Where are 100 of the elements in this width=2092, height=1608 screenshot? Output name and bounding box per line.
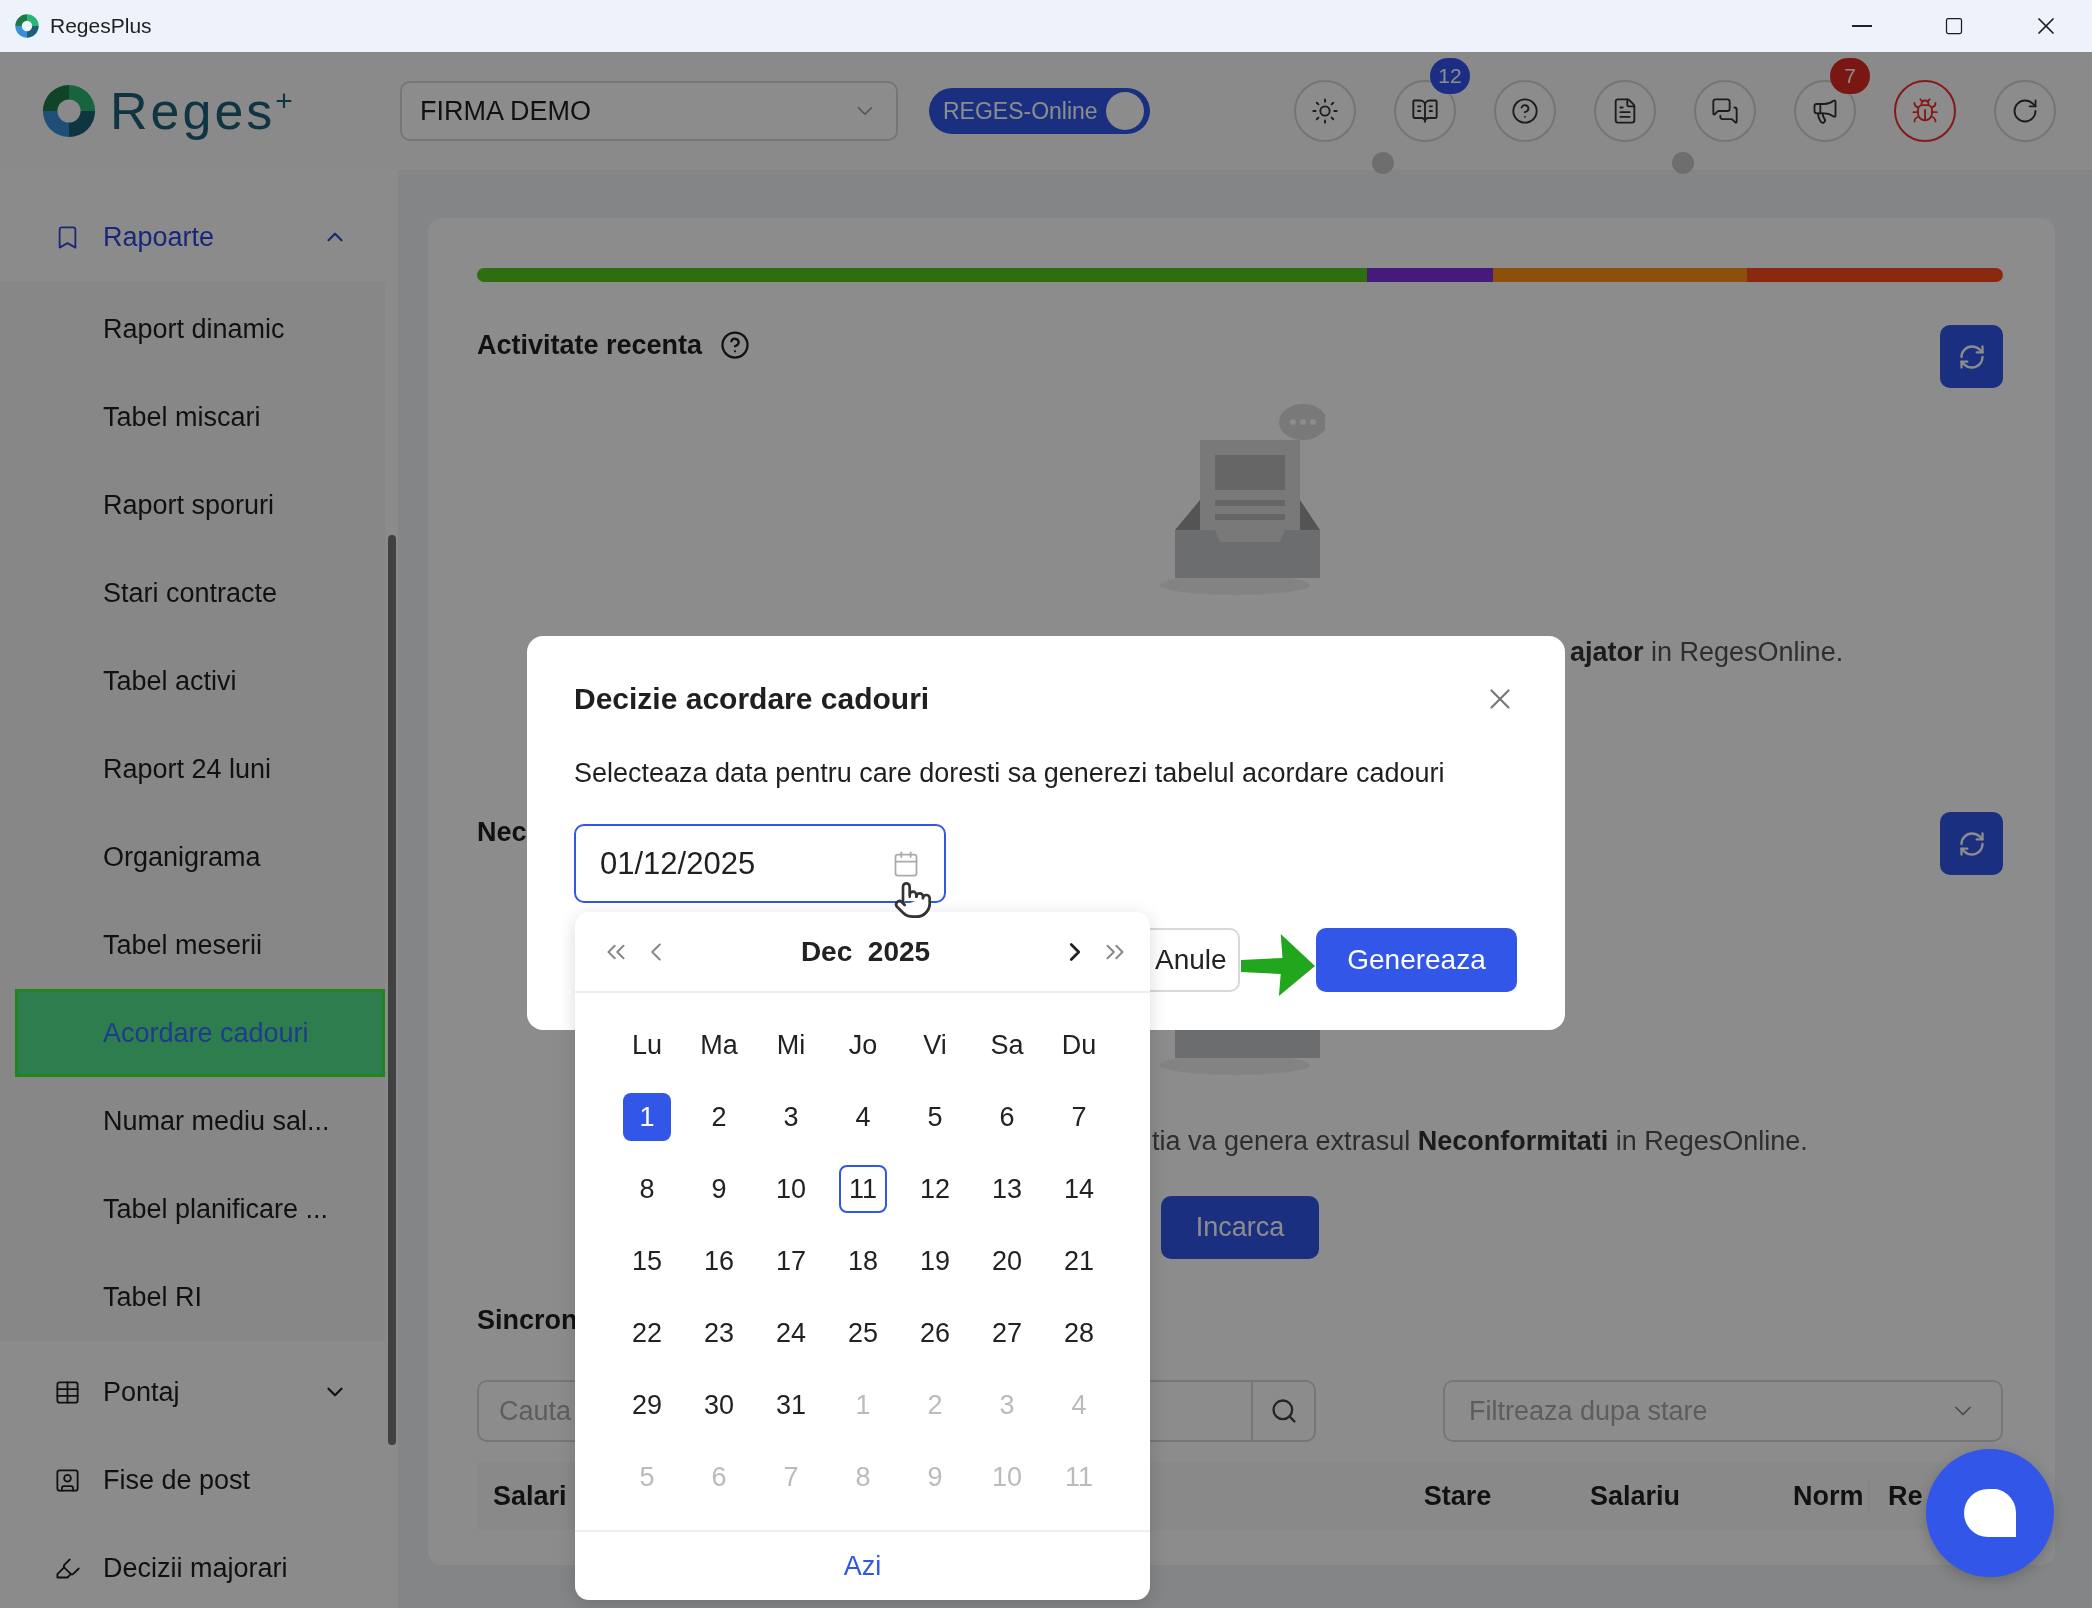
help-icon: [1511, 97, 1539, 125]
calendar-day[interactable]: 3: [767, 1093, 815, 1141]
calendar-day[interactable]: 10: [767, 1165, 815, 1213]
sidebar-item[interactable]: Numar mediu sal...: [0, 1077, 385, 1165]
chat-icon: [1711, 97, 1739, 125]
sidebar-item[interactable]: Organigrama: [0, 813, 385, 901]
refresh-button[interactable]: [1940, 812, 2003, 875]
minimize-icon: [1852, 25, 1872, 27]
calendar-day[interactable]: 25: [839, 1309, 887, 1357]
calendar-day[interactable]: 18: [839, 1237, 887, 1285]
generate-button[interactable]: Genereaza: [1316, 928, 1517, 992]
sidebar-item[interactable]: Raport dinamic: [0, 285, 385, 373]
section-title: Nec: [477, 816, 527, 848]
weekday-label: Sa: [990, 1029, 1024, 1061]
calendar-day[interactable]: 1: [623, 1093, 671, 1141]
calendar-day[interactable]: 2: [695, 1093, 743, 1141]
company-select[interactable]: FIRMA DEMO: [400, 81, 898, 141]
calendar-day[interactable]: 7: [1055, 1093, 1103, 1141]
group-label: Fise de post: [103, 1464, 252, 1496]
sidebar-group[interactable]: Decizii majorari: [0, 1524, 398, 1608]
group-label: Pontaj: [103, 1376, 181, 1408]
column-header: Norm: [1792, 1480, 1865, 1512]
calendar-day[interactable]: 21: [1055, 1237, 1103, 1285]
weekday-label: Vi: [923, 1029, 947, 1061]
calendar-day[interactable]: 20: [983, 1237, 1031, 1285]
calendar-day[interactable]: 30: [695, 1381, 743, 1429]
calendar-day[interactable]: 26: [911, 1309, 959, 1357]
dialog-description: Selecteaza data pentru care doresti sa generezi tabelul acordare cadouri: [574, 757, 1446, 790]
count-badge: 12: [1430, 58, 1470, 94]
calendar-day[interactable]: 15: [623, 1237, 671, 1285]
help-icon: [720, 330, 751, 360]
refresh-icon: [1957, 342, 1986, 371]
sidebar-item[interactable]: Tabel activi: [0, 637, 385, 725]
calendar-day[interactable]: 16: [695, 1237, 743, 1285]
sidebar-item[interactable]: Tabel planificare ...: [0, 1165, 385, 1253]
calendar-day[interactable]: 29: [623, 1381, 671, 1429]
group-label: Rapoarte: [103, 221, 216, 253]
column-header: Salari: [492, 1480, 568, 1512]
count-badge: 7: [1830, 58, 1870, 94]
calendar-day[interactable]: 22: [623, 1309, 671, 1357]
sidebar-group[interactable]: Rapoarte: [0, 193, 398, 281]
weekday-label: Lu: [631, 1029, 662, 1061]
sidebar-item[interactable]: Tabel meserii: [0, 901, 385, 989]
refresh-icon: [1957, 829, 1986, 858]
sidebar-item[interactable]: Raport 24 luni: [0, 725, 385, 813]
date-field[interactable]: 01/12/2025: [574, 824, 946, 903]
logo-icon: [40, 82, 98, 140]
upload-button[interactable]: Incarca: [1161, 1196, 1319, 1259]
id-card-icon: [54, 1466, 81, 1494]
column-header: Salariu: [1589, 1480, 1682, 1512]
circular-arrow-icon: [2011, 97, 2039, 125]
app-icon: [14, 13, 40, 39]
indicator-dot: [1672, 152, 1694, 174]
calendar-day[interactable]: 31: [767, 1381, 815, 1429]
calendar-day[interactable]: 9: [695, 1165, 743, 1213]
search-icon: [1269, 1397, 1298, 1425]
window-title: RegesPlus: [50, 14, 152, 38]
maximize-icon: [1944, 16, 1964, 36]
sun-icon: [1311, 97, 1339, 125]
calendar-day[interactable]: 23: [695, 1309, 743, 1357]
sidebar-item[interactable]: Stari contracte: [0, 549, 385, 637]
calendar-icon: [892, 849, 920, 878]
calendar-day[interactable]: 17: [767, 1237, 815, 1285]
calendar-day[interactable]: 13: [983, 1165, 1031, 1213]
calendar-day[interactable]: 8: [623, 1165, 671, 1213]
bug-icon: [1911, 97, 1939, 125]
calendar-day[interactable]: 19: [911, 1237, 959, 1285]
info-text: ajator in RegesOnline.: [1570, 637, 1844, 667]
calendar-day[interactable]: 12: [911, 1165, 959, 1213]
calendar-day[interactable]: 28: [1055, 1309, 1103, 1357]
section-title: Activitate recenta: [477, 329, 703, 361]
logo-text: Reges$^{+}$: [110, 81, 296, 141]
indicator-dot: [1372, 152, 1394, 174]
calendar-day[interactable]: 5: [911, 1093, 959, 1141]
calendar-day[interactable]: 14: [1055, 1165, 1103, 1213]
scrollbar[interactable]: [388, 535, 396, 1445]
weekday-label: Ma: [700, 1029, 738, 1061]
megaphone-icon: [1811, 97, 1839, 125]
mode-toggle[interactable]: REGES-Online: [929, 88, 1150, 134]
book-icon: [1411, 97, 1439, 125]
refresh-button[interactable]: [1940, 325, 2003, 388]
sidebar-group[interactable]: Fise de post: [0, 1436, 398, 1524]
sidebar-item[interactable]: Raport sporuri: [0, 461, 385, 549]
column-header: Stare: [1422, 1480, 1493, 1512]
calendar-day[interactable]: 27: [983, 1309, 1031, 1357]
calendar-day[interactable]: 11: [839, 1165, 887, 1213]
sidebar-item[interactable]: Tabel miscari: [0, 373, 385, 461]
calendar-day[interactable]: 24: [767, 1309, 815, 1357]
table-icon: [54, 1378, 81, 1406]
month-year[interactable]: Dec 2025: [681, 935, 1050, 968]
group-label: Decizii majorari: [103, 1552, 289, 1584]
weekday-label: Mi: [776, 1029, 806, 1061]
weekday-label: Du: [1061, 1029, 1097, 1061]
today-link[interactable]: Azi: [843, 1550, 882, 1582]
info-text: tia va genera extrasul Neconformitati in RegesOnline.: [1152, 1126, 1808, 1156]
section-title: Sincron: [477, 1304, 578, 1336]
calendar-day[interactable]: 6: [983, 1093, 1031, 1141]
sidebar-group[interactable]: Pontaj: [0, 1348, 398, 1436]
sidebar-item[interactable]: Tabel RI: [0, 1253, 385, 1341]
calendar-day[interactable]: 4: [839, 1093, 887, 1141]
